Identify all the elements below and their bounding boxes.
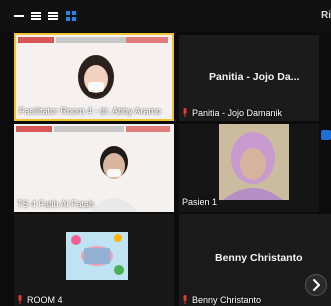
side-marker xyxy=(321,130,331,140)
participant-display-name: Panitia - Jojo Da... xyxy=(209,71,300,83)
minimize-icon[interactable] xyxy=(14,11,24,21)
participant-name: Panitia - Jojo Damanik xyxy=(192,108,283,118)
participant-name: Pasien 1 xyxy=(182,197,218,207)
grid-view-icon[interactable] xyxy=(66,11,76,21)
name-tile-benny-christanto[interactable]: Benny Christanto Benny Christanto xyxy=(179,214,331,306)
top-bar: Ri xyxy=(0,0,331,32)
menu-icon[interactable] xyxy=(48,11,58,21)
participant-name: ROOM 4 xyxy=(27,295,63,305)
mic-muted-icon xyxy=(183,108,187,117)
participant-name-bar: ROOM 4 xyxy=(17,295,63,305)
participant-name: Benny Christanto xyxy=(192,295,262,305)
chevron-right-icon xyxy=(313,279,320,291)
participant-video xyxy=(14,214,174,306)
mic-muted-icon xyxy=(183,295,187,304)
menu-icon[interactable] xyxy=(31,11,41,21)
participant-name: Fasilitator Room 4 - dr. Abby Aramo xyxy=(19,106,162,116)
video-tile-pasien-1[interactable]: Pasien 1 xyxy=(179,124,319,212)
participant-name: TS 4 Fatih Al Fatah xyxy=(17,199,95,209)
video-tile-ts4[interactable]: TS 4 Fatih Al Fatah xyxy=(14,124,174,212)
zoom-meeting-window: Ri Fasilitator Room 4 - dr. Abby Aramo P… xyxy=(0,0,331,306)
participant-name-bar: Panitia - Jojo Damanik xyxy=(182,108,282,118)
participant-display-name: Benny Christanto xyxy=(215,252,303,264)
window-label: Ri xyxy=(321,10,331,21)
participant-name-bar: Benny Christanto xyxy=(182,295,261,305)
video-tile-fasilitator[interactable]: Fasilitator Room 4 - dr. Abby Aramo xyxy=(14,33,174,121)
video-tile-room-4[interactable]: ROOM 4 xyxy=(14,214,174,306)
next-page-button[interactable] xyxy=(305,274,327,296)
mic-muted-icon xyxy=(18,295,22,304)
name-tile-panitia[interactable]: Panitia - Jojo Da... Panitia - Jojo Dama… xyxy=(179,35,319,121)
